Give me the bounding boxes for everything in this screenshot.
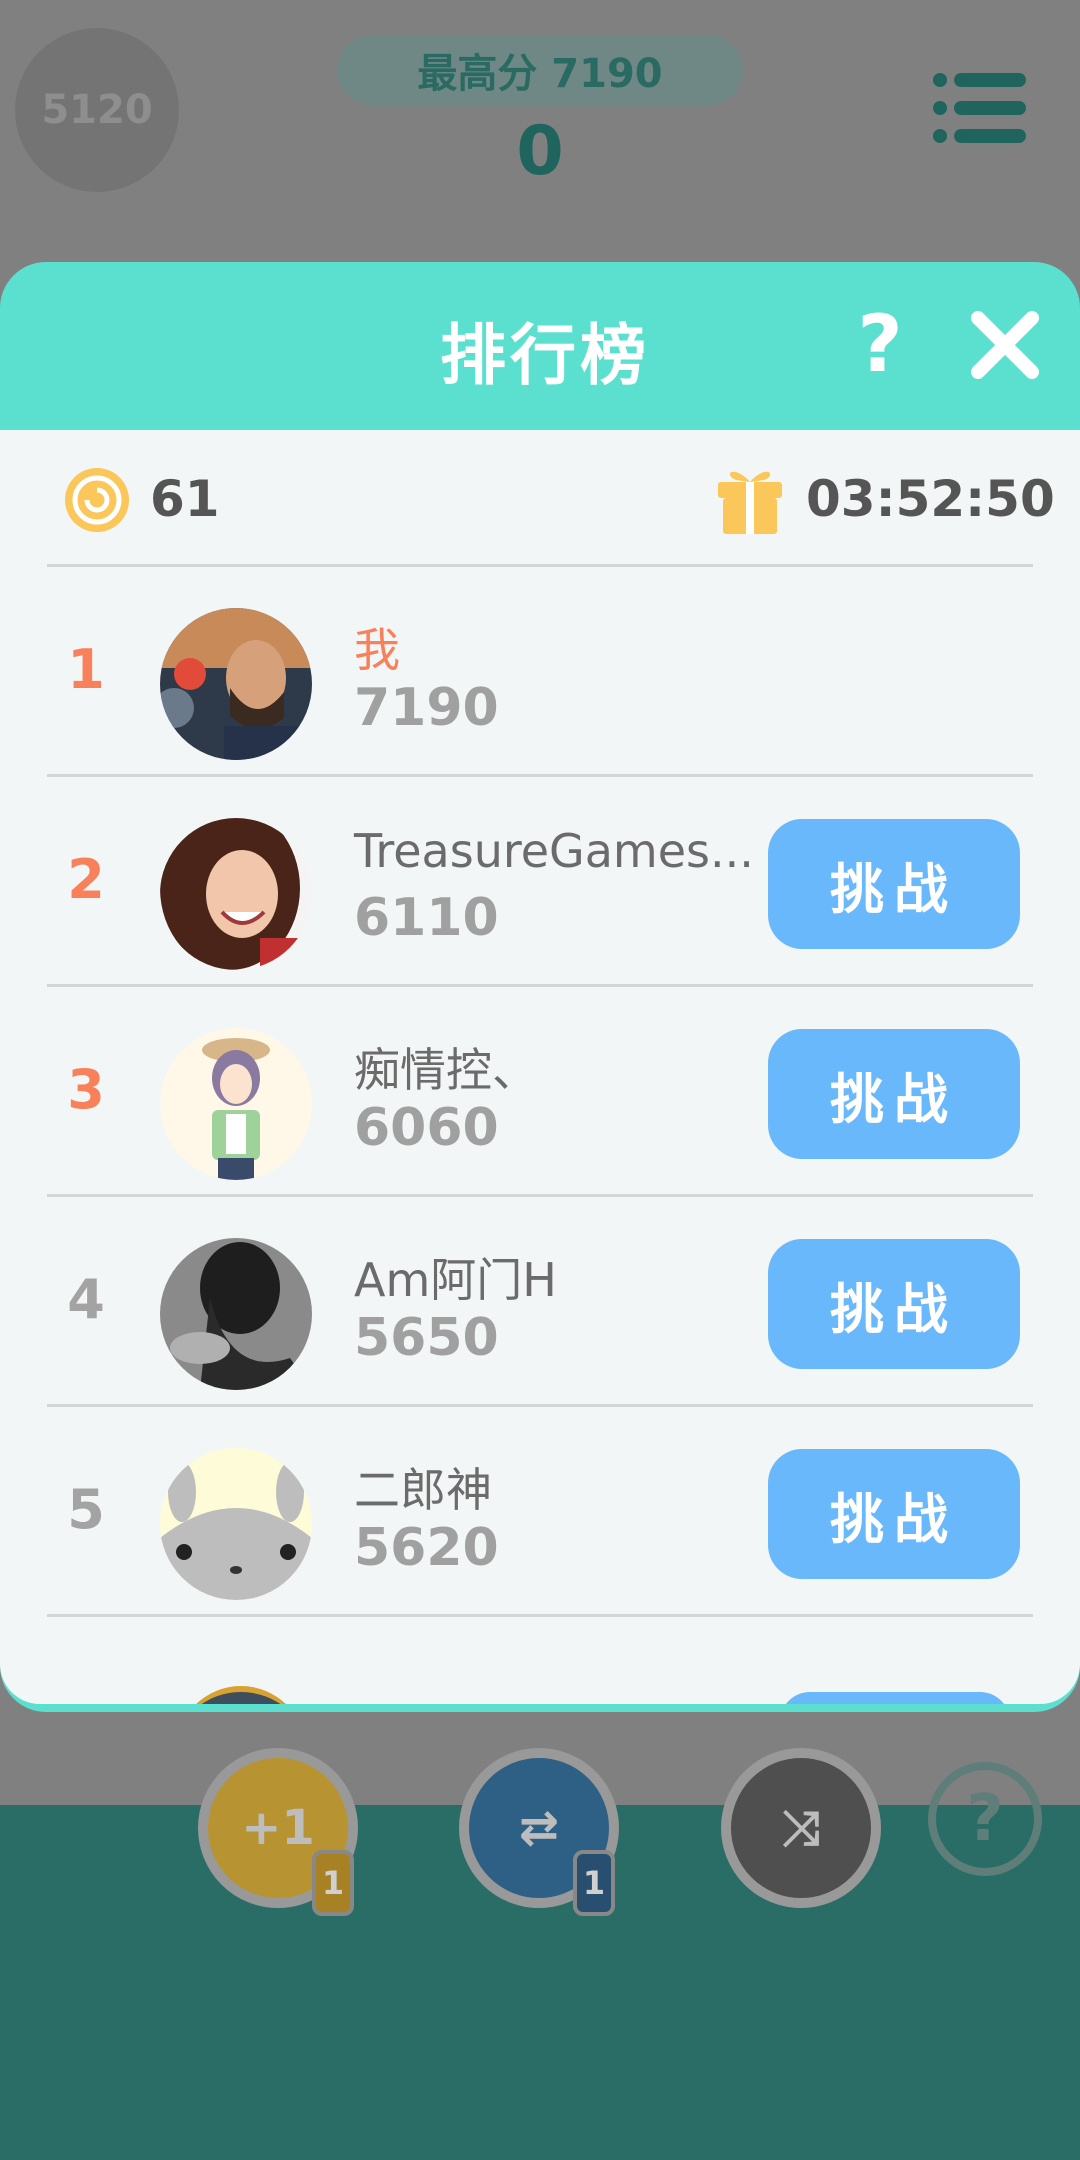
modal-title: 排行榜 (440, 317, 650, 394)
divider (47, 1194, 1033, 1197)
best-score-pill: 最高分 7190 (337, 35, 743, 105)
leaderboard-row: 3 痴情控、 6060 挑战 (0, 988, 1080, 1194)
coin-count: 61 (150, 470, 220, 528)
leaderboard-row: 2 TreasureGames... 6110 挑战 (0, 778, 1080, 984)
player-name: 我 (354, 623, 400, 677)
rank-number: 4 (67, 1268, 105, 1331)
divider (47, 1614, 1033, 1617)
challenge-button[interactable]: 挑战 (768, 1449, 1020, 1579)
avatar[interactable] (160, 608, 312, 760)
divider (47, 1404, 1033, 1407)
menu-icon[interactable] (932, 70, 1028, 146)
rank-number: 5 (67, 1478, 105, 1541)
player-score: 5650 (354, 1308, 499, 1368)
swap-icon: ⇄ (518, 1800, 560, 1856)
modal-body: 61 03:52:50 1 我 7190 2 TreasureGames... … (0, 430, 1080, 1704)
divider (47, 774, 1033, 777)
player-name: 二郎神 (354, 1463, 492, 1517)
challenge-button[interactable] (780, 1692, 1010, 1704)
player-score: 6060 (354, 1098, 499, 1158)
modal-header: 排行榜 ? (0, 262, 1080, 430)
plus-one-label: +1 (241, 1800, 315, 1856)
player-score: 6110 (354, 888, 499, 948)
help-icon: ? (966, 1782, 1004, 1856)
booster-count-badge: 1 (312, 1850, 354, 1916)
gift-timer: 03:52:50 (806, 470, 1055, 528)
leaderboard-row-partial (0, 1686, 1080, 1704)
leaderboard-row: 4 Am阿门H 5650 挑战 (0, 1198, 1080, 1404)
score-badge: 5120 (15, 28, 179, 192)
game-help-button[interactable]: ? (928, 1762, 1042, 1876)
current-score: 0 (516, 112, 564, 191)
player-score: 7190 (354, 678, 499, 738)
rank-number: 3 (67, 1058, 105, 1121)
shuffle-icon: ⤨ (781, 1799, 821, 1856)
player-name: Am阿门H (354, 1253, 557, 1307)
info-bar: 61 03:52:50 (0, 430, 1080, 566)
avatar[interactable] (160, 1238, 312, 1390)
divider (47, 984, 1033, 987)
rank-number: 2 (67, 848, 105, 911)
booster-count-badge: 1 (573, 1850, 615, 1916)
player-score: 5620 (354, 1518, 499, 1578)
avatar[interactable] (160, 1028, 312, 1180)
help-button[interactable]: ? (845, 300, 915, 390)
plus-one-booster-button[interactable]: +1 1 (198, 1748, 358, 1916)
avatar[interactable] (160, 818, 312, 970)
close-icon[interactable] (968, 308, 1042, 382)
coin-icon (63, 466, 131, 534)
swap-booster-button[interactable]: ⇄ 1 (459, 1748, 619, 1916)
leaderboard-modal: 排行榜 ? 61 03:52:50 1 我 7190 2 TreasureGam… (0, 262, 1080, 1712)
leaderboard-row: 5 二郎神 5620 挑战 (0, 1408, 1080, 1614)
challenge-button[interactable]: 挑战 (768, 819, 1020, 949)
leaderboard-row: 1 我 7190 (0, 568, 1080, 774)
shuffle-booster-button[interactable]: ⤨ (721, 1748, 881, 1908)
avatar[interactable] (176, 1686, 306, 1704)
player-name: 痴情控、 (354, 1043, 538, 1097)
challenge-button[interactable]: 挑战 (768, 1239, 1020, 1369)
divider (47, 564, 1033, 567)
avatar[interactable] (160, 1448, 312, 1600)
rank-number: 1 (67, 638, 105, 701)
gift-icon[interactable] (714, 460, 786, 536)
player-name: TreasureGames... (354, 824, 754, 878)
challenge-button[interactable]: 挑战 (768, 1029, 1020, 1159)
